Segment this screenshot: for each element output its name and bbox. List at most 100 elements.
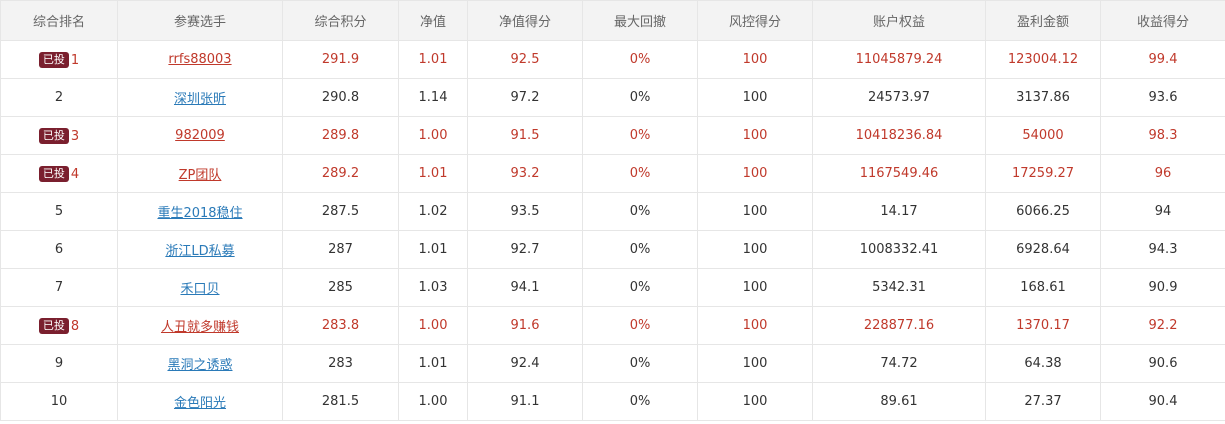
max-drawdown-cell: 0% — [582, 116, 698, 155]
nav-score-cell: 93.2 — [467, 154, 583, 193]
return-score-cell: 90.6 — [1100, 344, 1225, 383]
equity-cell: 1008332.41 — [812, 230, 986, 269]
nav-cell: 1.00 — [398, 382, 468, 421]
nav-score-cell: 91.6 — [467, 306, 583, 345]
header-nav-score: 净值得分 — [467, 0, 583, 41]
nav-score-cell: 92.5 — [467, 40, 583, 79]
table-row: 已投 8 人丑就多赚钱 283.8 1.00 91.6 0% 100 228877.16 1370… — [0, 306, 1225, 345]
nav-score-cell: 97.2 — [467, 78, 583, 117]
nav-cell: 1.00 — [398, 116, 468, 155]
profit-cell: 168.61 — [985, 268, 1101, 307]
player-link[interactable]: 重生2018稳住 — [157, 206, 242, 221]
player-link[interactable]: 金色阳光 — [174, 396, 226, 411]
player-link[interactable]: 982009 — [175, 128, 225, 143]
max-drawdown-cell: 0% — [582, 230, 698, 269]
invested-badge: 已投 — [38, 51, 69, 68]
player-link[interactable]: ZP团队 — [179, 168, 222, 183]
table-row: 已投 3 982009 289.8 1.00 91.5 0% 100 10418236.84 54… — [0, 116, 1225, 155]
header-nav: 净值 — [398, 0, 468, 41]
profit-cell: 6066.25 — [985, 192, 1101, 231]
rank-cell: 7 — [0, 268, 118, 307]
table-row: 2 深圳张昕 290.8 1.14 97.2 0% 100 24573.97 3137.86 93… — [0, 78, 1225, 117]
max-drawdown-cell: 0% — [582, 344, 698, 383]
player-link[interactable]: 深圳张昕 — [174, 92, 226, 107]
rank-number: 10 — [50, 394, 68, 409]
return-score-cell: 92.2 — [1100, 306, 1225, 345]
header-risk-score: 风控得分 — [697, 0, 813, 41]
rank-number: 6 — [54, 242, 64, 257]
score-cell: 285 — [282, 268, 399, 307]
rank-cell: 10 — [0, 382, 118, 421]
max-drawdown-cell: 0% — [582, 40, 698, 79]
max-drawdown-cell: 0% — [582, 78, 698, 117]
rank-cell: 已投 3 — [0, 116, 118, 155]
table-row: 已投 1 rrfs88003 291.9 1.01 92.5 0% 100 11045879.2… — [0, 40, 1225, 79]
profit-cell: 64.38 — [985, 344, 1101, 383]
nav-cell: 1.01 — [398, 40, 468, 79]
score-cell: 291.9 — [282, 40, 399, 79]
player-cell: ZP团队 — [117, 154, 283, 193]
max-drawdown-cell: 0% — [582, 382, 698, 421]
nav-cell: 1.01 — [398, 344, 468, 383]
equity-cell: 228877.16 — [812, 306, 986, 345]
player-cell: 金色阳光 — [117, 382, 283, 421]
risk-score-cell: 100 — [697, 192, 813, 231]
score-cell: 287.5 — [282, 192, 399, 231]
table-row: 10 金色阳光 281.5 1.00 91.1 0% 100 89.61 27.37 90.4 — [0, 382, 1225, 421]
equity-cell: 10418236.84 — [812, 116, 986, 155]
return-score-cell: 99.4 — [1100, 40, 1225, 79]
header-equity: 账户权益 — [812, 0, 986, 41]
player-link[interactable]: 浙江LD私募 — [165, 244, 234, 259]
header-max-drawdown: 最大回撤 — [582, 0, 698, 41]
equity-cell: 11045879.24 — [812, 40, 986, 79]
table-row: 7 禾口贝 285 1.03 94.1 0% 100 5342.31 168.61 90.9 — [0, 268, 1225, 307]
header-score: 综合积分 — [282, 0, 399, 41]
score-cell: 283 — [282, 344, 399, 383]
max-drawdown-cell: 0% — [582, 154, 698, 193]
player-link[interactable]: 禾口贝 — [180, 282, 219, 297]
table-body: 已投 1 rrfs88003 291.9 1.01 92.5 0% 100 11045879.2… — [0, 40, 1225, 421]
table-row: 9 黑洞之诱惑 283 1.01 92.4 0% 100 74.72 64.38 90.6 — [0, 344, 1225, 383]
equity-cell: 24573.97 — [812, 78, 986, 117]
nav-cell: 1.02 — [398, 192, 468, 231]
player-link[interactable]: 人丑就多赚钱 — [161, 320, 239, 335]
score-cell: 289.8 — [282, 116, 399, 155]
header-row: 综合排名 参赛选手 综合积分 净值 净值得分 最大回撤 风控得分 账户权益 盈利金额 收益得分 — [0, 0, 1225, 41]
score-cell: 281.5 — [282, 382, 399, 421]
risk-score-cell: 100 — [697, 78, 813, 117]
player-cell: 黑洞之诱惑 — [117, 344, 283, 383]
player-link[interactable]: rrfs88003 — [168, 52, 231, 67]
rank-number: 7 — [54, 280, 64, 295]
rank-number: 4 — [70, 166, 80, 182]
max-drawdown-cell: 0% — [582, 306, 698, 345]
ranking-table: 综合排名 参赛选手 综合积分 净值 净值得分 最大回撤 风控得分 账户权益 盈利金额 收益得分 已… — [0, 0, 1225, 421]
return-score-cell: 98.3 — [1100, 116, 1225, 155]
profit-cell: 6928.64 — [985, 230, 1101, 269]
header-return-score: 收益得分 — [1100, 0, 1225, 41]
rank-cell: 已投 4 — [0, 154, 118, 193]
return-score-cell: 90.9 — [1100, 268, 1225, 307]
player-link[interactable]: 黑洞之诱惑 — [167, 358, 232, 373]
score-cell: 287 — [282, 230, 399, 269]
nav-score-cell: 91.1 — [467, 382, 583, 421]
risk-score-cell: 100 — [697, 230, 813, 269]
profit-cell: 54000 — [985, 116, 1101, 155]
nav-cell: 1.03 — [398, 268, 468, 307]
equity-cell: 89.61 — [812, 382, 986, 421]
return-score-cell: 93.6 — [1100, 78, 1225, 117]
rank-number: 9 — [54, 356, 64, 371]
rank-number: 2 — [54, 90, 64, 105]
profit-cell: 27.37 — [985, 382, 1101, 421]
risk-score-cell: 100 — [697, 268, 813, 307]
table-row: 已投 4 ZP团队 289.2 1.01 93.2 0% 100 1167549.46 17259… — [0, 154, 1225, 193]
profit-cell: 123004.12 — [985, 40, 1101, 79]
profit-cell: 17259.27 — [985, 154, 1101, 193]
player-cell: 重生2018稳住 — [117, 192, 283, 231]
score-cell: 283.8 — [282, 306, 399, 345]
return-score-cell: 96 — [1100, 154, 1225, 193]
rank-number: 8 — [70, 318, 80, 334]
return-score-cell: 90.4 — [1100, 382, 1225, 421]
invested-badge: 已投 — [38, 317, 69, 334]
equity-cell: 5342.31 — [812, 268, 986, 307]
risk-score-cell: 100 — [697, 344, 813, 383]
